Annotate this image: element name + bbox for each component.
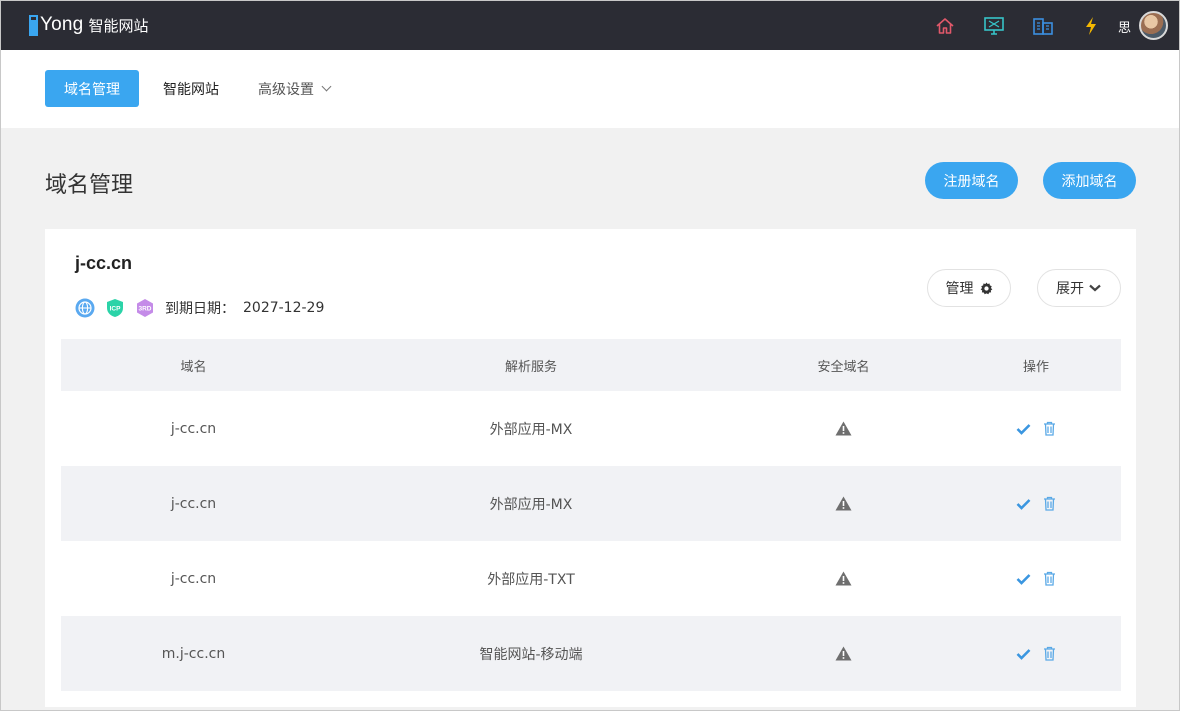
row-domain: j-cc.cn bbox=[170, 420, 217, 437]
trash-icon[interactable] bbox=[1043, 421, 1056, 436]
manage-button[interactable]: 管理 bbox=[927, 269, 1011, 307]
warning-icon bbox=[835, 421, 852, 436]
chevron-down-icon bbox=[321, 81, 332, 92]
table-row: m.j-cc.cn 智能网站-移动端 bbox=[61, 616, 1121, 691]
column-header-domain: 域名 bbox=[180, 359, 207, 375]
table-row: j-cc.cn 外部应用-TXT bbox=[61, 541, 1121, 616]
tab-label: 高级设置 bbox=[258, 81, 314, 98]
row-service: 外部应用-MX bbox=[489, 496, 573, 513]
row-domain: j-cc.cn bbox=[170, 570, 217, 587]
nav-bar: 域名管理 智能网站 高级设置 bbox=[1, 50, 1179, 128]
logo-text: Yong bbox=[40, 14, 84, 35]
tab-label: 域名管理 bbox=[64, 81, 120, 98]
row-service: 外部应用-TXT bbox=[487, 571, 575, 588]
icp-text: ICP bbox=[110, 306, 122, 313]
warning-icon bbox=[835, 646, 852, 661]
page-title: 域名管理 bbox=[45, 173, 134, 198]
records-table: 域名 解析服务 安全域名 操作 j-cc.cn 外部应用-MX j-cc.cn … bbox=[61, 339, 1121, 691]
add-domain-button[interactable]: 添加域名 bbox=[1043, 162, 1136, 199]
third-text: 3RD bbox=[138, 306, 151, 313]
check-icon[interactable] bbox=[1016, 496, 1031, 511]
logo-subtitle: 智能网站 bbox=[88, 16, 149, 35]
expand-button[interactable]: 展开 bbox=[1037, 269, 1121, 307]
app-logo[interactable]: Yong 智能网站 bbox=[29, 13, 148, 37]
check-icon[interactable] bbox=[1016, 421, 1031, 436]
globe-icon bbox=[75, 298, 95, 318]
tab-domain-management[interactable]: 域名管理 bbox=[45, 70, 139, 107]
expire-label: 到期日期： bbox=[165, 301, 235, 317]
column-header-secure: 安全域名 bbox=[817, 359, 870, 375]
trash-icon[interactable] bbox=[1043, 646, 1056, 661]
table-row: j-cc.cn 外部应用-MX bbox=[61, 391, 1121, 466]
column-header-service: 解析服务 bbox=[504, 359, 557, 375]
home-icon[interactable] bbox=[934, 15, 956, 37]
warning-icon bbox=[835, 496, 852, 511]
table-header: 域名 解析服务 安全域名 操作 bbox=[61, 339, 1121, 391]
trash-icon[interactable] bbox=[1043, 571, 1056, 586]
row-domain: m.j-cc.cn bbox=[161, 645, 226, 662]
row-service: 外部应用-MX bbox=[489, 421, 573, 438]
monitor-icon[interactable] bbox=[983, 15, 1005, 37]
expand-label: 展开 bbox=[1056, 281, 1084, 297]
top-bar: Yong 智能网站 思 bbox=[1, 1, 1179, 50]
3rd-badge-icon: 3RD bbox=[135, 298, 155, 318]
column-header-actions: 操作 bbox=[1022, 359, 1049, 375]
manage-label: 管理 bbox=[945, 281, 974, 297]
domain-card: j-cc.cn ICP 3RD 到期日期： 2027-12-29 管理 展开 域… bbox=[45, 229, 1136, 707]
tab-smart-website[interactable]: 智能网站 bbox=[161, 70, 221, 107]
check-icon[interactable] bbox=[1016, 646, 1031, 661]
tab-advanced-settings[interactable]: 高级设置 bbox=[258, 70, 338, 107]
check-icon[interactable] bbox=[1016, 571, 1031, 586]
logo-mark-icon bbox=[29, 14, 38, 36]
gear-icon bbox=[980, 281, 993, 295]
warning-icon bbox=[835, 571, 852, 586]
tab-label: 智能网站 bbox=[163, 81, 219, 98]
domain-name: j-cc.cn bbox=[75, 253, 133, 273]
table-row: j-cc.cn 外部应用-MX bbox=[61, 466, 1121, 541]
avatar[interactable] bbox=[1139, 11, 1168, 40]
register-domain-button[interactable]: 注册域名 bbox=[925, 162, 1018, 199]
expire-date: 2027-12-29 bbox=[243, 300, 325, 316]
trash-icon[interactable] bbox=[1043, 496, 1056, 511]
row-service: 智能网站-移动端 bbox=[479, 646, 583, 663]
chevron-down-icon bbox=[1088, 283, 1102, 293]
row-domain: j-cc.cn bbox=[170, 495, 217, 512]
domain-badges: ICP 3RD 到期日期： 2027-12-29 bbox=[75, 298, 324, 318]
user-name[interactable]: 思 bbox=[1118, 17, 1131, 36]
icp-badge-icon: ICP bbox=[105, 298, 125, 318]
lightning-icon[interactable] bbox=[1080, 15, 1102, 37]
building-icon[interactable] bbox=[1032, 15, 1054, 37]
